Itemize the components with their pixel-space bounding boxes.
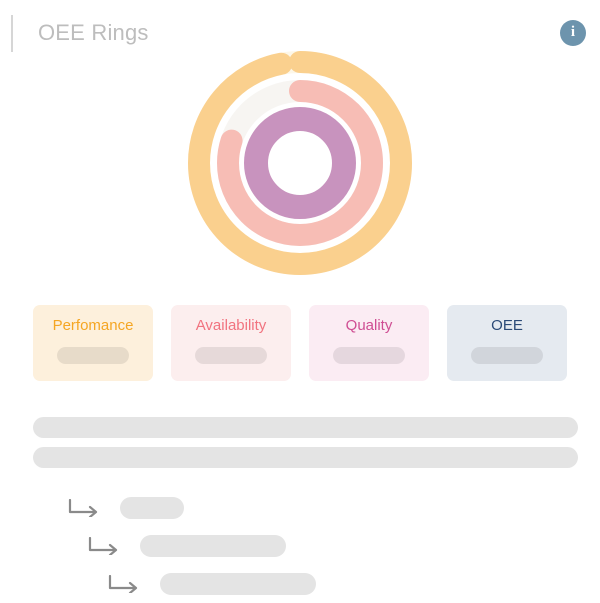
metric-card-list: Perfomance Availability Quality OEE <box>33 305 567 381</box>
metric-card-label: Availability <box>195 317 267 334</box>
ring-arc-quality[interactable] <box>244 107 356 219</box>
rings-svg <box>188 51 412 275</box>
metric-card-oee[interactable]: OEE <box>447 305 567 381</box>
nested-detail-row[interactable] <box>0 527 600 565</box>
metric-card-label: OEE <box>491 317 523 334</box>
corner-arrow-icon <box>68 499 98 517</box>
metric-card-label: Quality <box>345 317 393 334</box>
nested-detail-skeleton <box>160 573 316 595</box>
nested-detail-row[interactable] <box>0 489 600 527</box>
skeleton-bar <box>33 417 578 438</box>
metric-card-label: Perfomance <box>52 317 134 334</box>
metric-card-availability[interactable]: Availability <box>171 305 291 381</box>
content-skeleton-bars <box>33 417 578 468</box>
nested-detail-row[interactable] <box>0 565 600 603</box>
oee-rings-chart <box>0 40 600 290</box>
corner-arrow-icon <box>88 537 118 555</box>
skeleton-bar <box>33 447 578 468</box>
metric-card-value-skeleton <box>195 347 267 364</box>
metric-card-quality[interactable]: Quality <box>309 305 429 381</box>
nested-detail-list <box>0 489 600 603</box>
metric-card-value-skeleton <box>471 347 543 364</box>
corner-arrow-icon <box>108 575 138 593</box>
metric-card-value-skeleton <box>57 347 129 364</box>
metric-card-value-skeleton <box>333 347 405 364</box>
metric-card-performance[interactable]: Perfomance <box>33 305 153 381</box>
info-icon-glyph: i <box>570 24 576 40</box>
nested-detail-skeleton <box>140 535 286 557</box>
nested-detail-skeleton <box>120 497 184 519</box>
